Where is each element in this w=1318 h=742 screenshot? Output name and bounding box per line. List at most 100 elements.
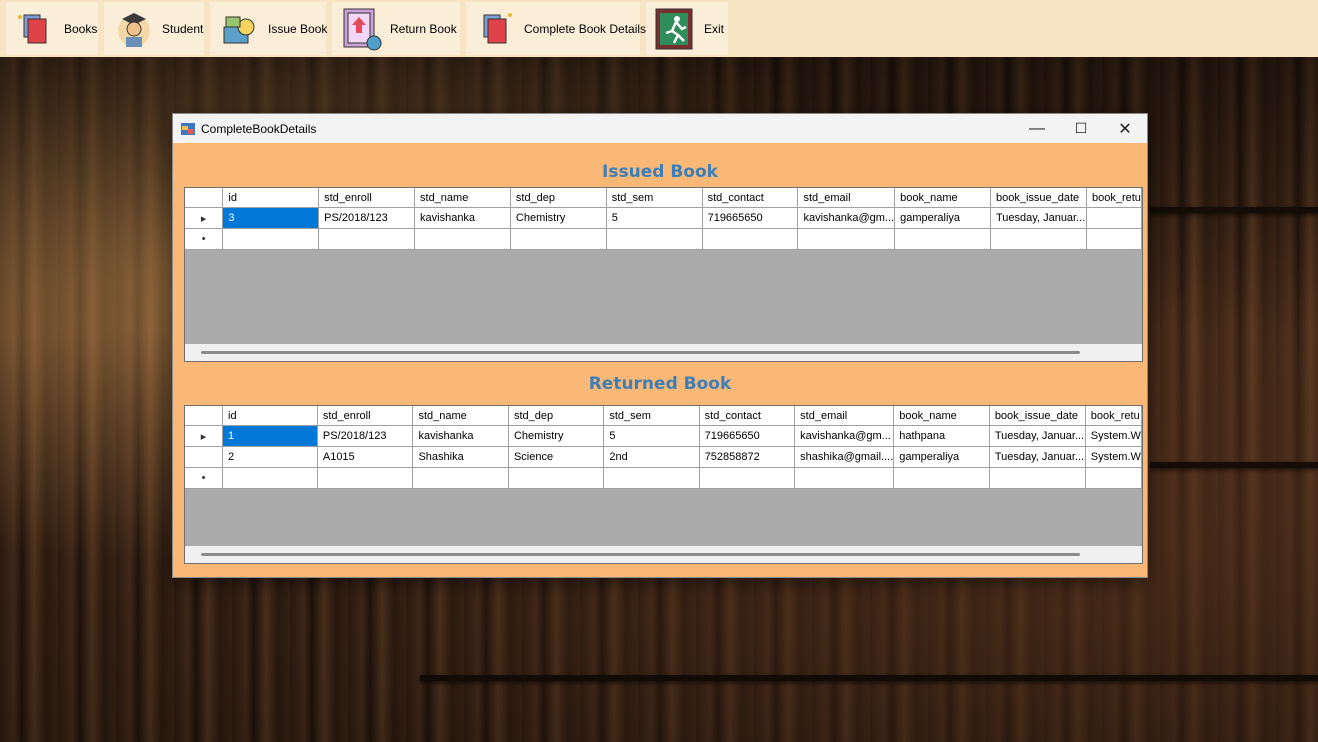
table-cell[interactable]: [222, 467, 318, 489]
column-header[interactable]: std_contact: [699, 406, 796, 426]
maximize-button[interactable]: ☐: [1059, 114, 1103, 143]
current-row-marker[interactable]: ▸: [185, 425, 224, 447]
table-cell[interactable]: [222, 228, 320, 250]
table-cell[interactable]: [797, 228, 896, 250]
new-row[interactable]: •: [185, 228, 1142, 250]
table-cell[interactable]: [699, 467, 796, 489]
table-cell[interactable]: [318, 228, 416, 250]
table-cell[interactable]: 752858872: [699, 446, 796, 468]
table-cell[interactable]: gamperaliya: [893, 446, 990, 468]
table-cell[interactable]: Shashika: [412, 446, 509, 468]
table-cell[interactable]: System.W: [1085, 446, 1142, 468]
table-cell[interactable]: 5: [606, 207, 703, 229]
table-cell[interactable]: A1015: [317, 446, 414, 468]
table-cell[interactable]: 2: [222, 446, 318, 468]
table-cell[interactable]: 1: [222, 425, 318, 447]
table-cell[interactable]: kavishanka@gm...: [794, 425, 895, 447]
current-row-marker[interactable]: ▸: [185, 207, 224, 229]
table-cell[interactable]: [317, 467, 414, 489]
table-cell[interactable]: 2nd: [603, 446, 700, 468]
menu-books[interactable]: Books: [6, 2, 98, 55]
menu-student[interactable]: Student: [104, 2, 204, 55]
column-header[interactable]: std_name: [414, 188, 511, 208]
returned-book-grid[interactable]: id std_enroll std_name std_dep std_sem s…: [184, 405, 1143, 564]
column-header[interactable]: book_retu: [1085, 406, 1142, 426]
minimize-button[interactable]: —: [1015, 114, 1059, 143]
scrollbar-thumb[interactable]: [201, 351, 1080, 354]
table-cell[interactable]: [510, 228, 607, 250]
table-cell[interactable]: 3: [222, 207, 320, 229]
table-cell[interactable]: [989, 467, 1086, 489]
menu-return-book-label: Return Book: [390, 21, 457, 36]
menu-complete-book-details[interactable]: Complete Book Details: [466, 2, 646, 55]
column-header[interactable]: std_sem: [603, 406, 700, 426]
table-cell[interactable]: 5: [603, 425, 700, 447]
menu-exit[interactable]: Exit: [646, 2, 728, 55]
column-header[interactable]: std_enroll: [318, 188, 416, 208]
table-cell[interactable]: [508, 467, 605, 489]
column-header[interactable]: book_retu: [1086, 188, 1142, 208]
column-header[interactable]: std_email: [794, 406, 895, 426]
column-header[interactable]: std_enroll: [317, 406, 414, 426]
column-header[interactable]: std_sem: [606, 188, 703, 208]
table-cell[interactable]: [702, 228, 799, 250]
table-cell[interactable]: [606, 228, 703, 250]
column-header[interactable]: book_issue_date: [989, 406, 1086, 426]
table-cell[interactable]: Tuesday, Januar...: [989, 425, 1086, 447]
table-cell[interactable]: [794, 467, 895, 489]
table-cell[interactable]: System.W: [1085, 425, 1142, 447]
table-cell[interactable]: kavishanka@gm...: [797, 207, 896, 229]
table-cell[interactable]: [990, 228, 1087, 250]
table-cell[interactable]: 719665650: [702, 207, 799, 229]
row-header[interactable]: [185, 446, 224, 468]
column-header[interactable]: book_issue_date: [990, 188, 1087, 208]
column-header[interactable]: std_email: [797, 188, 896, 208]
scrollbar-thumb[interactable]: [201, 553, 1080, 556]
table-cell[interactable]: Tuesday, Januar...: [989, 446, 1086, 468]
table-cell[interactable]: shashika@gmail....: [794, 446, 895, 468]
menu-issue-book[interactable]: Issue Book: [210, 2, 327, 55]
column-header[interactable]: std_name: [412, 406, 509, 426]
table-cell[interactable]: [893, 467, 990, 489]
new-row-marker[interactable]: •: [185, 467, 224, 489]
column-header[interactable]: id: [222, 406, 318, 426]
table-cell[interactable]: [603, 467, 700, 489]
window-titlebar[interactable]: CompleteBookDetails — ☐ ✕: [173, 114, 1147, 143]
menu-complete-book-details-label: Complete Book Details: [524, 21, 647, 36]
table-cell[interactable]: PS/2018/123: [317, 425, 414, 447]
table-cell[interactable]: [894, 228, 991, 250]
column-header[interactable]: std_dep: [508, 406, 605, 426]
table-cell[interactable]: Chemistry: [508, 425, 605, 447]
returned-horizontal-scrollbar[interactable]: [185, 546, 1142, 563]
menu-return-book[interactable]: Return Book: [332, 2, 460, 55]
table-row[interactable]: ▸ 3 PS/2018/123 kavishanka Chemistry 5 7…: [185, 207, 1142, 229]
column-header[interactable]: std_contact: [702, 188, 799, 208]
table-cell[interactable]: [412, 467, 509, 489]
issued-book-grid[interactable]: id std_enroll std_name std_dep std_sem s…: [184, 187, 1143, 362]
table-cell[interactable]: kavishanka: [414, 207, 511, 229]
table-cell[interactable]: kavishanka: [412, 425, 509, 447]
student-icon: [112, 7, 156, 51]
table-row[interactable]: ▸ 1 PS/2018/123 kavishanka Chemistry 5 7…: [185, 425, 1142, 447]
table-cell[interactable]: Science: [508, 446, 605, 468]
table-cell[interactable]: 719665650: [699, 425, 796, 447]
table-cell[interactable]: gamperaliya: [894, 207, 991, 229]
table-cell[interactable]: [1085, 467, 1142, 489]
main-menu-bar: Books Student Issue Book Return Book Com…: [0, 0, 1318, 57]
table-row[interactable]: 2 A1015 Shashika Science 2nd 752858872 s…: [185, 446, 1142, 468]
table-cell[interactable]: [1086, 228, 1142, 250]
table-cell[interactable]: [1086, 207, 1142, 229]
table-cell[interactable]: hathpana: [893, 425, 990, 447]
column-header[interactable]: id: [222, 188, 320, 208]
column-header[interactable]: book_name: [894, 188, 991, 208]
table-cell[interactable]: Tuesday, Januar...: [990, 207, 1087, 229]
close-button[interactable]: ✕: [1103, 114, 1147, 143]
table-cell[interactable]: Chemistry: [510, 207, 607, 229]
issued-horizontal-scrollbar[interactable]: [185, 344, 1142, 361]
table-cell[interactable]: PS/2018/123: [318, 207, 416, 229]
column-header[interactable]: std_dep: [510, 188, 607, 208]
new-row[interactable]: •: [185, 467, 1142, 489]
table-cell[interactable]: [414, 228, 511, 250]
new-row-marker[interactable]: •: [185, 228, 224, 250]
column-header[interactable]: book_name: [893, 406, 990, 426]
